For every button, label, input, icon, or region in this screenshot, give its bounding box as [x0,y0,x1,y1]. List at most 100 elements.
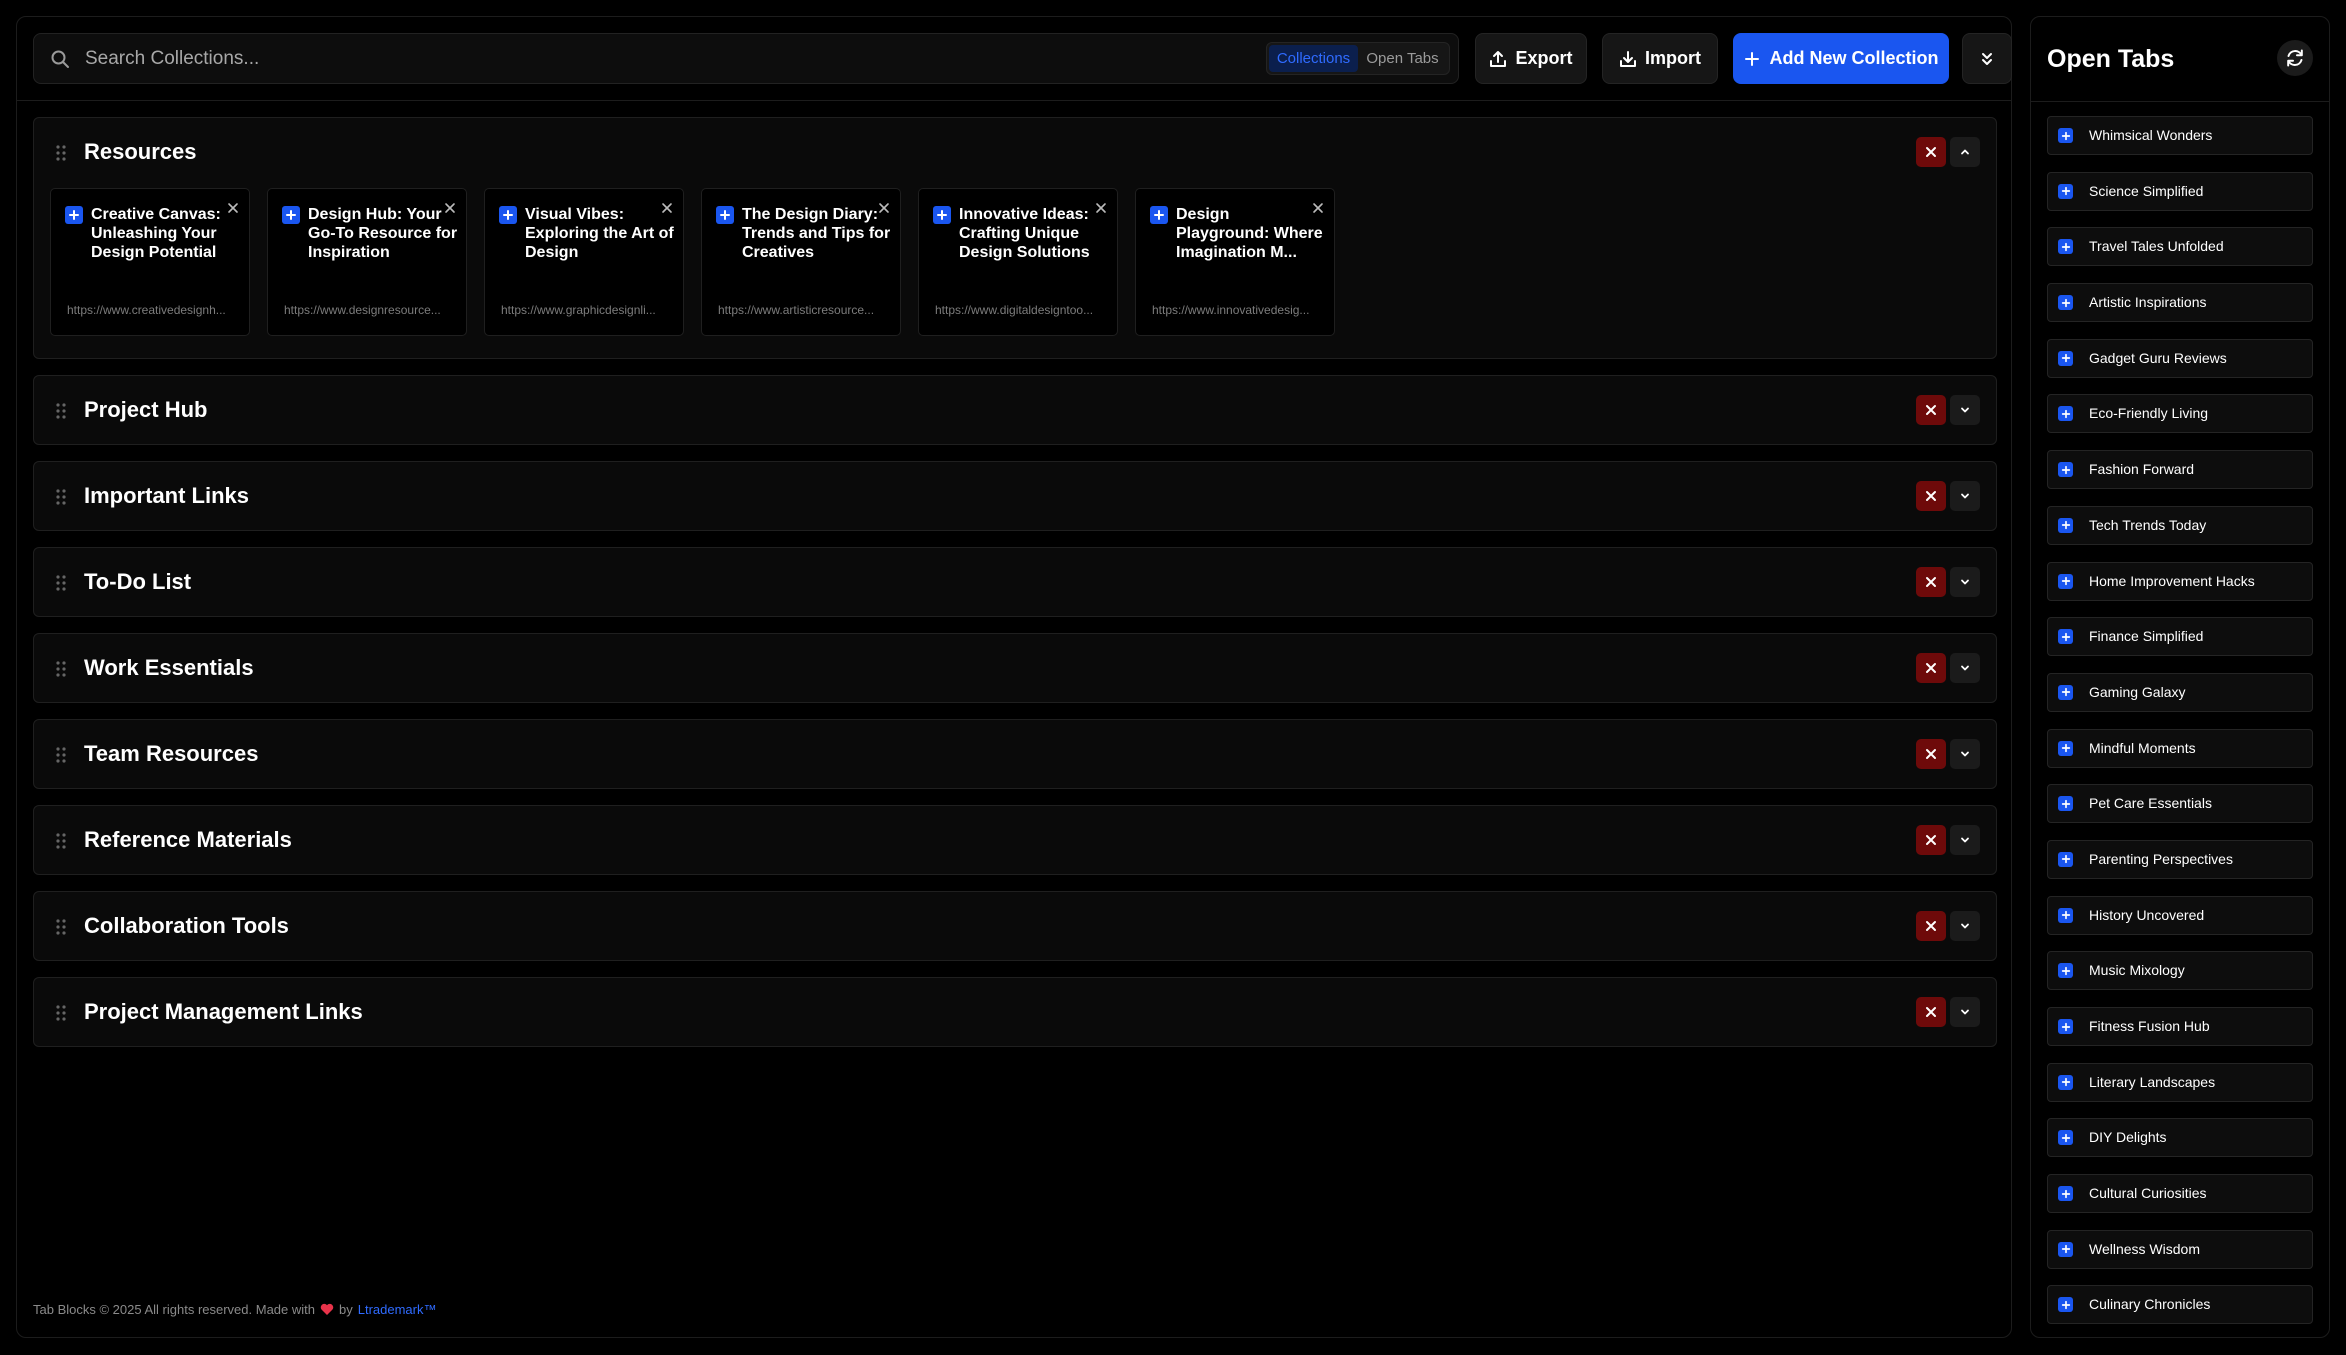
search-bar[interactable]: Search Collections... Collections Open T… [33,33,1459,84]
toggle-collection-button[interactable] [1950,825,1980,855]
delete-collection-button[interactable] [1916,653,1946,683]
delete-collection-button[interactable] [1916,137,1946,167]
link-card[interactable]: The Design Diary: Trends and Tips for Cr… [701,188,901,336]
author-link[interactable]: Ltrademark™ [358,1302,437,1317]
delete-collection-button[interactable] [1916,481,1946,511]
link-card[interactable]: Visual Vibes: Exploring the Art of Desig… [484,188,684,336]
collection-title: To-Do List [84,569,192,594]
open-tab-item[interactable]: History Uncovered [2047,895,2313,935]
remove-card-icon[interactable] [444,201,456,213]
open-tab-item[interactable]: Artistic Inspirations [2047,283,2313,323]
drag-handle-icon[interactable] [54,1004,68,1022]
drag-handle-icon[interactable] [54,918,68,936]
link-card[interactable]: Creative Canvas: Unleashing Your Design … [50,188,250,336]
delete-collection-button[interactable] [1916,825,1946,855]
toggle-collection-button[interactable] [1950,137,1980,167]
refresh-button[interactable] [2277,40,2313,76]
open-tab-item[interactable]: Gaming Galaxy [2047,672,2313,712]
toggle-collection-button[interactable] [1950,911,1980,941]
open-tabs-panel: Open Tabs Whimsical Wonders Science Simpl… [2030,16,2330,1338]
open-tab-item[interactable]: Home Improvement Hacks [2047,561,2313,601]
open-tab-item[interactable]: Whimsical Wonders [2047,116,2313,155]
drag-handle-icon[interactable] [54,488,68,506]
open-tab-label: Wellness Wisdom [2089,1240,2200,1257]
toggle-collection-button[interactable] [1950,567,1980,597]
open-tab-item[interactable]: Parenting Perspectives [2047,839,2313,879]
open-tab-label: Tech Trends Today [2089,516,2207,533]
collection-header[interactable]: To-Do List [34,548,1996,616]
favicon-icon [2058,1297,2073,1313]
delete-collection-button[interactable] [1916,911,1946,941]
link-card[interactable]: Innovative Ideas: Crafting Unique Design… [918,188,1118,336]
favicon-icon [2058,406,2073,422]
favicon-icon [2058,851,2073,867]
toggle-collection-button[interactable] [1950,997,1980,1027]
open-tab-item[interactable]: DIY Delights [2047,1118,2313,1158]
drag-handle-icon[interactable] [54,660,68,678]
open-tab-item[interactable]: Fashion Forward [2047,450,2313,490]
collection-header[interactable]: Project Management Links [34,978,1996,1046]
open-tab-item[interactable]: Culinary Chronicles [2047,1285,2313,1325]
drag-handle-icon[interactable] [54,832,68,850]
remove-card-icon[interactable] [1312,201,1324,213]
open-tab-item[interactable]: Eco-Friendly Living [2047,394,2313,434]
favicon-icon [2058,629,2073,645]
open-tab-item[interactable]: Literary Landscapes [2047,1062,2313,1102]
toggle-collection-button[interactable] [1950,481,1980,511]
collection-header[interactable]: Important Links [34,462,1996,530]
collapse-all-button[interactable] [1962,33,2012,84]
delete-collection-button[interactable] [1916,739,1946,769]
collection-header[interactable]: Resources [34,118,1996,186]
drag-handle-icon[interactable] [54,574,68,592]
open-tab-item[interactable]: Science Simplified [2047,171,2313,211]
collection-header[interactable]: Work Essentials [34,634,1996,702]
open-tab-item[interactable]: Pet Care Essentials [2047,784,2313,824]
toggle-collection-button[interactable] [1950,395,1980,425]
remove-card-icon[interactable] [1095,201,1107,213]
collection-header[interactable]: Team Resources [34,720,1996,788]
open-tab-label: Mindful Moments [2089,739,2196,756]
double-chevron-down-icon [1982,52,1992,65]
drag-handle-icon[interactable] [54,402,68,420]
export-button[interactable]: Export [1475,33,1587,84]
collection-header[interactable]: Reference Materials [34,806,1996,874]
open-tab-item[interactable]: Tech Trends Today [2047,505,2313,545]
open-tab-item[interactable]: Music Mixology [2047,951,2313,991]
open-tab-item[interactable]: Gadget Guru Reviews [2047,338,2313,378]
open-tab-item[interactable]: Mindful Moments [2047,728,2313,768]
favicon-icon [2058,295,2073,311]
delete-collection-button[interactable] [1916,997,1946,1027]
drag-handle-icon[interactable] [54,144,68,162]
delete-collection-button[interactable] [1916,395,1946,425]
delete-collection-button[interactable] [1916,567,1946,597]
remove-card-icon[interactable] [661,201,673,213]
remove-card-icon[interactable] [878,201,890,213]
link-card[interactable]: Design Hub: Your Go-To Resource for Insp… [267,188,467,336]
open-tab-item[interactable]: Wellness Wisdom [2047,1229,2313,1269]
open-tab-item[interactable]: Finance Simplified [2047,617,2313,657]
drag-handle-icon[interactable] [54,746,68,764]
favicon-icon [65,206,83,224]
search-input[interactable]: Search Collections... [85,34,259,83]
open-tab-label: Fashion Forward [2089,461,2195,478]
toggle-open-tabs[interactable]: Open Tabs [1358,45,1447,72]
import-button[interactable]: Import [1602,33,1718,84]
open-tab-item[interactable]: Fitness Fusion Hub [2047,1007,2313,1046]
view-toggle: Collections Open Tabs [1266,42,1450,75]
link-card[interactable]: Design Playground: Where Imagination M..… [1135,188,1335,336]
toggle-collections[interactable]: Collections [1269,45,1358,72]
collection-header[interactable]: Project Hub [34,376,1996,444]
toggle-collection-button[interactable] [1950,739,1980,769]
chevron-down-icon [1959,1006,1971,1018]
collection-header[interactable]: Collaboration Tools [34,892,1996,960]
open-tab-label: Pet Care Essentials [2089,795,2212,812]
heart-icon [320,1303,334,1315]
favicon-icon [2058,1241,2073,1257]
open-tab-item[interactable]: Travel Tales Unfolded [2047,227,2313,267]
remove-card-icon[interactable] [227,201,239,213]
toggle-collection-button[interactable] [1950,653,1980,683]
add-collection-button[interactable]: Add New Collection [1733,33,1949,84]
collection-title: Resources [84,139,197,164]
open-tab-item[interactable]: Cultural Curiosities [2047,1174,2313,1214]
collection-title: Reference Materials [84,827,292,852]
